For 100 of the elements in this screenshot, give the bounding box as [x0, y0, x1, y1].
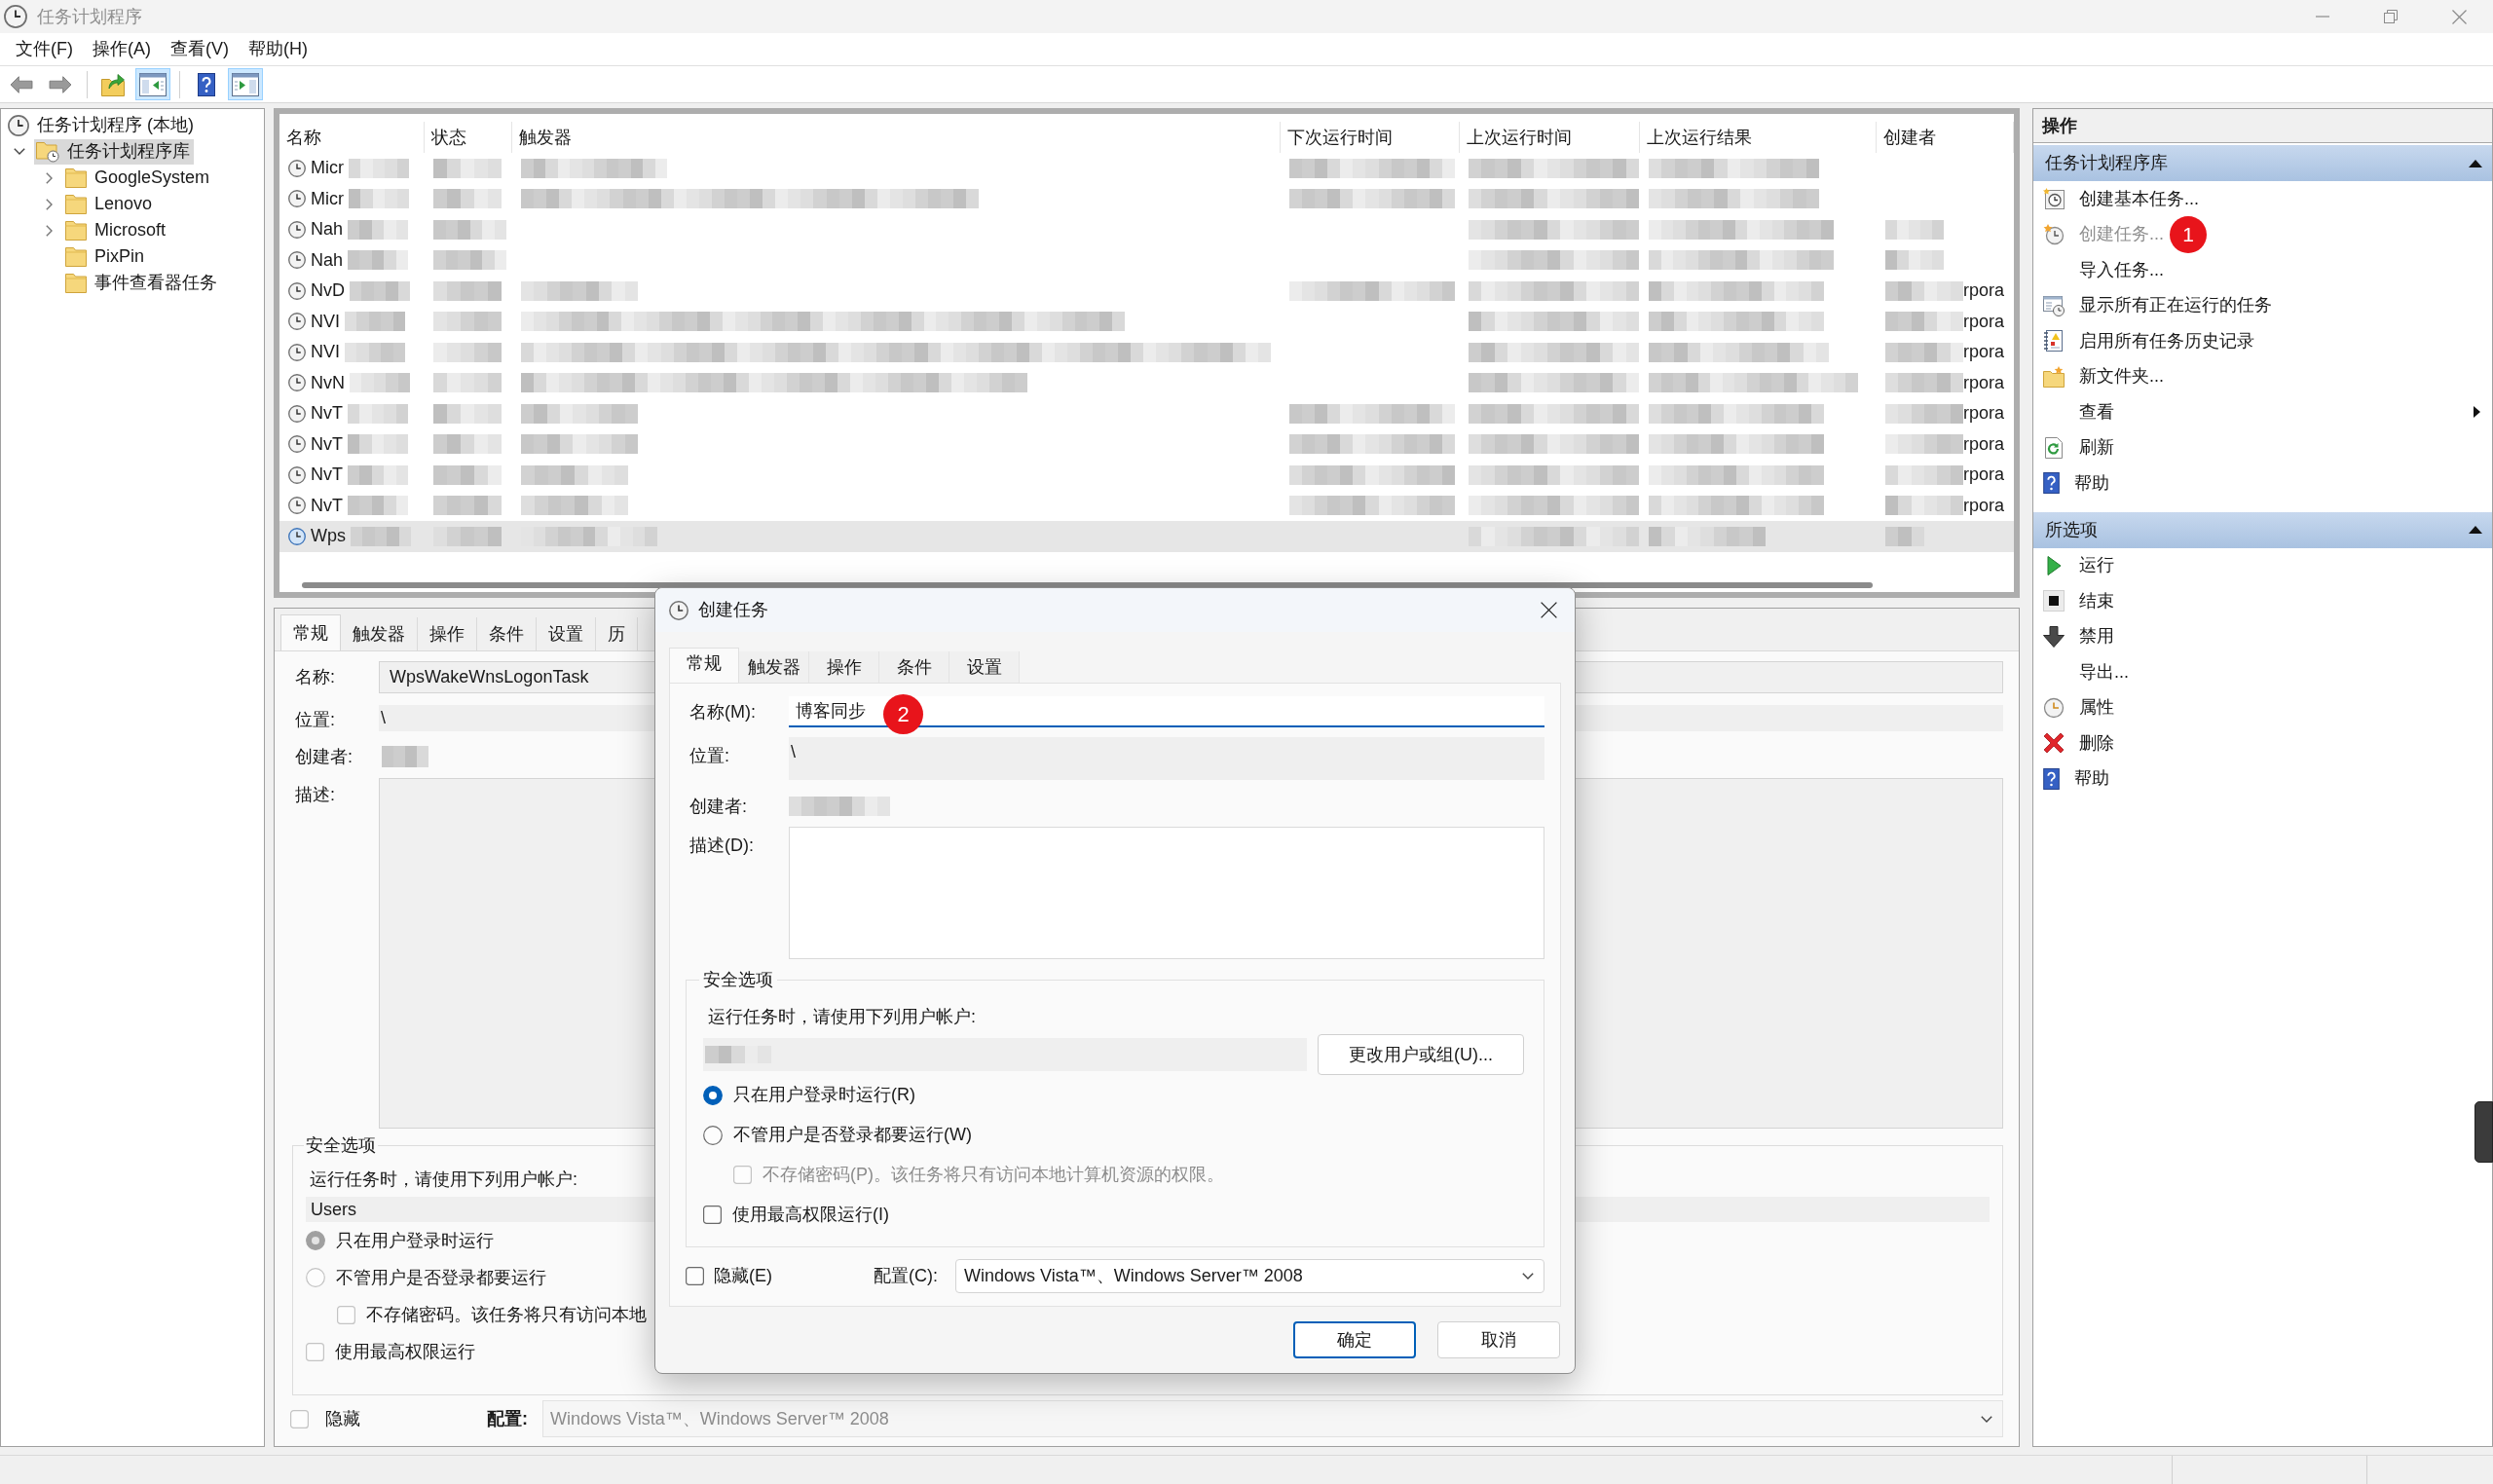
tab[interactable]: 条件: [879, 651, 949, 683]
dialog-button[interactable]: 取消: [1437, 1321, 1560, 1358]
description-field[interactable]: [789, 827, 1544, 959]
tree-item[interactable]: 任务计划程序 (本地): [37, 112, 194, 138]
action-item[interactable]: 禁用: [2043, 620, 2114, 652]
option-label: 不管用户是否登录都要运行(W): [733, 1124, 972, 1146]
table-row[interactable]: NVI rpora: [279, 337, 2014, 368]
clock-icon: [2043, 696, 2065, 719]
column-header[interactable]: 下次运行时间: [1281, 122, 1460, 153]
table-row[interactable]: NvT rpora: [279, 490, 2014, 521]
tree-item[interactable]: GoogleSystem: [63, 165, 214, 191]
section-header[interactable]: 任务计划程序库: [2033, 145, 2492, 181]
tree-item[interactable]: Microsoft: [63, 217, 169, 243]
action-item[interactable]: 结束: [2043, 585, 2114, 617]
radio-button[interactable]: [703, 1125, 723, 1145]
creator-text: rpora: [1963, 494, 2005, 517]
checkbox[interactable]: [306, 1342, 324, 1361]
collapse-icon[interactable]: [2469, 526, 2482, 534]
radio-button[interactable]: [306, 1231, 325, 1250]
action-item[interactable]: 显示所有正在运行的任务: [2043, 289, 2272, 321]
column-header[interactable]: 上次运行时间: [1460, 122, 1640, 153]
table-row[interactable]: Micr: [279, 183, 2014, 214]
table-row[interactable]: Micr: [279, 153, 2014, 184]
horizontal-scrollbar[interactable]: [302, 582, 1873, 588]
clock-icon: [288, 435, 306, 454]
table-row[interactable]: NvT rpora: [279, 460, 2014, 491]
action-item[interactable]: 导入任务...: [2043, 254, 2164, 286]
checkbox[interactable]: [703, 1206, 722, 1224]
action-item[interactable]: 创建基本任务...: [2043, 183, 2199, 215]
table-row[interactable]: Nah: [279, 244, 2014, 276]
change-user-button[interactable]: 更改用户或组(U)...: [1318, 1034, 1524, 1075]
stop-icon: [2043, 590, 2065, 612]
account-field[interactable]: [703, 1038, 1307, 1071]
chevron-down-icon[interactable]: [14, 148, 25, 155]
tab[interactable]: 设置: [949, 651, 1020, 683]
chevron-right-icon[interactable]: [45, 224, 53, 237]
column-header[interactable]: 状态: [425, 122, 512, 153]
action-item[interactable]: 属性: [2043, 691, 2114, 723]
tree-item[interactable]: PixPin: [63, 243, 149, 270]
radio-button[interactable]: [703, 1085, 723, 1105]
menu-item[interactable]: 查看(V): [161, 33, 239, 65]
location-field[interactable]: \: [789, 737, 1544, 780]
action-item[interactable]: 刷新: [2043, 431, 2114, 464]
table-row[interactable]: NvT rpora: [279, 398, 2014, 429]
action-item[interactable]: 帮助: [2043, 467, 2109, 500]
checkbox[interactable]: [686, 1267, 704, 1285]
table-row[interactable]: NvD rpora: [279, 276, 2014, 307]
column-header[interactable]: 上次运行结果: [1640, 122, 1877, 153]
field-label: 描述:: [294, 784, 336, 806]
chevron-right-icon[interactable]: [45, 198, 53, 210]
tab[interactable]: 触发器: [739, 651, 809, 683]
table-row[interactable]: NvN rpora: [279, 367, 2014, 398]
action-item[interactable]: 导出...: [2043, 656, 2129, 688]
tab[interactable]: 常规: [280, 614, 341, 650]
task-name: NvT: [311, 432, 343, 456]
toolbar-button[interactable]: [135, 68, 170, 100]
checkbox[interactable]: [290, 1409, 309, 1428]
field-label: 配置:: [487, 1407, 529, 1430]
action-item[interactable]: 删除: [2043, 727, 2114, 760]
tab[interactable]: 操作: [809, 651, 879, 683]
menu-item[interactable]: 操作(A): [83, 33, 161, 65]
task-name: NvN: [311, 371, 345, 394]
blurred-text: [382, 746, 428, 767]
column-header[interactable]: 触发器: [512, 122, 1281, 153]
menu-item[interactable]: 文件(F): [6, 33, 83, 65]
creator-text: rpora: [1963, 279, 2005, 303]
config-dropdown[interactable]: Windows Vista™、Windows Server™ 2008: [955, 1259, 1544, 1293]
radio-button[interactable]: [306, 1268, 325, 1287]
tree-item[interactable]: 任务计划程序库: [34, 138, 194, 165]
help-icon: [2043, 472, 2060, 495]
blurred-text: [1885, 526, 1924, 546]
clock-icon: [669, 600, 688, 620]
tree-item[interactable]: Lenovo: [63, 191, 157, 217]
tab[interactable]: 常规: [669, 648, 739, 683]
action-item[interactable]: 帮助: [2043, 762, 2109, 795]
action-item[interactable]: 新文件夹...: [2043, 360, 2164, 392]
dialog-button[interactable]: 确定: [1293, 1321, 1416, 1358]
chevron-right-icon[interactable]: [45, 171, 53, 184]
tree-item[interactable]: 事件查看器任务: [63, 270, 221, 296]
column-header[interactable]: 名称: [279, 122, 425, 153]
section-header[interactable]: 所选项: [2033, 511, 2492, 548]
table-row[interactable]: NvT rpora: [279, 428, 2014, 460]
action-item[interactable]: 启用所有任务历史记录: [2043, 325, 2254, 357]
checkbox[interactable]: [337, 1305, 355, 1324]
dialog-title: 创建任务: [698, 599, 768, 621]
table-row[interactable]: Wps: [279, 521, 2014, 552]
table-row[interactable]: NVI rpora: [279, 306, 2014, 337]
toolbar-button[interactable]: [228, 68, 263, 100]
blurred-text: [433, 434, 502, 455]
menu-item[interactable]: 帮助(H): [239, 33, 317, 65]
collapse-icon[interactable]: [2469, 159, 2482, 167]
action-item[interactable]: 查看: [2043, 396, 2114, 428]
blurred-text: [348, 250, 409, 271]
task-name: Nah: [311, 218, 344, 241]
table-row[interactable]: Nah: [279, 214, 2014, 245]
column-header[interactable]: 创建者: [1877, 122, 2014, 153]
action-item[interactable]: 运行: [2043, 549, 2114, 581]
option-label: 不存储密码(P)。该任务将只有访问本地计算机资源的权限。: [763, 1164, 1224, 1186]
blurred-text: [433, 373, 502, 393]
clock-icon: [288, 527, 306, 545]
